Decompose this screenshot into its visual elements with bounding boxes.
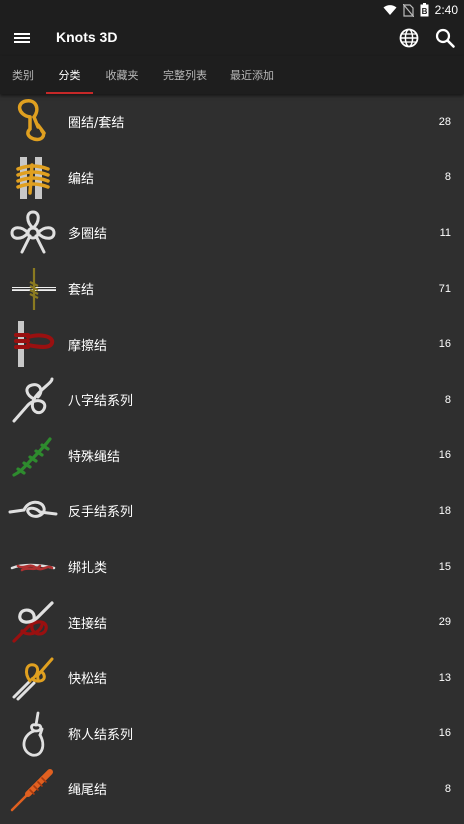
category-count: 16 <box>438 449 451 462</box>
tab-label: 最近添加 <box>230 69 274 82</box>
battery-icon: B <box>420 3 429 17</box>
category-label: 快松结 <box>68 672 108 688</box>
category-count: 16 <box>438 727 451 740</box>
list-item[interactable]: 快松结 13 <box>0 650 464 706</box>
category-label: 编结 <box>68 171 95 187</box>
multi-loop-knot-icon <box>10 210 56 254</box>
category-count: 15 <box>438 560 451 573</box>
search-icon[interactable] <box>433 26 457 50</box>
no-sim-icon <box>402 3 414 17</box>
tab-bar: 类别 分类 收藏夹 完整列表 最近添加 <box>0 56 464 94</box>
category-label: 反手结系列 <box>68 505 134 521</box>
category-count: 8 <box>444 171 451 184</box>
category-label: 连接结 <box>68 616 108 632</box>
list-item[interactable]: 绳尾结 8 <box>0 761 464 817</box>
category-label: 绑扎类 <box>68 561 108 577</box>
tab-indicator <box>46 92 93 94</box>
quick-release-knot-icon <box>12 657 54 701</box>
status-bar: B 2:40 <box>0 0 464 20</box>
overhand-knot-icon <box>8 500 58 519</box>
list-item[interactable]: 编结 8 <box>0 150 464 206</box>
category-count: 8 <box>444 782 451 795</box>
app-title: Knots 3D <box>56 29 118 45</box>
list-item[interactable]: 反手结系列 18 <box>0 483 464 539</box>
tab-label: 完整列表 <box>163 69 207 82</box>
app-bar: Knots 3D <box>0 20 464 56</box>
category-label: 八字结系列 <box>68 394 134 410</box>
list-item[interactable]: 多圈结 11 <box>0 205 464 261</box>
category-count: 13 <box>438 671 451 684</box>
category-label: 称人结系列 <box>68 727 134 743</box>
status-icons: B 2:40 <box>383 2 458 18</box>
category-count: 28 <box>438 115 451 128</box>
special-knot-icon <box>12 436 52 477</box>
category-list: 圈结/套结 28 编结 8 多圈结 11 套结 71 摩擦结 16 八字结系列 … <box>0 94 464 817</box>
friction-knot-icon <box>14 321 55 368</box>
tab-label: 类别 <box>12 69 34 82</box>
list-item[interactable]: 连接结 29 <box>0 594 464 650</box>
category-count: 29 <box>438 616 451 629</box>
list-item[interactable]: 称人结系列 16 <box>0 706 464 762</box>
tab-favorites[interactable]: 收藏夹 <box>93 56 151 94</box>
hamburger-menu-icon[interactable] <box>10 26 34 50</box>
category-label: 特殊绳结 <box>68 449 121 465</box>
clock: 2:40 <box>434 3 458 17</box>
category-label: 圈结/套结 <box>68 116 125 132</box>
bowline-knot-icon <box>22 711 45 757</box>
category-count: 11 <box>439 226 451 239</box>
category-label: 多圈结 <box>68 227 108 243</box>
category-label: 摩擦结 <box>68 338 108 354</box>
figure-eight-knot-icon <box>12 377 54 423</box>
category-count: 71 <box>438 282 451 295</box>
wifi-icon <box>383 5 397 15</box>
list-item[interactable]: 特殊绳结 16 <box>0 428 464 484</box>
hitch-knot-icon <box>12 267 56 310</box>
list-item[interactable]: 圈结/套结 28 <box>0 94 464 150</box>
category-count: 16 <box>438 338 451 351</box>
tab-full-list[interactable]: 完整列表 <box>151 56 219 94</box>
tab-label: 分类 <box>58 69 81 82</box>
tab-categories[interactable]: 分类 <box>46 56 93 94</box>
stopper-knot-icon <box>10 769 53 812</box>
lashing-knot-icon <box>10 563 56 571</box>
list-item[interactable]: 绑扎类 15 <box>0 539 464 595</box>
list-item[interactable]: 八字结系列 8 <box>0 372 464 428</box>
category-label: 套结 <box>68 283 95 299</box>
category-count: 8 <box>444 393 451 406</box>
binding-knot-icon <box>16 156 50 199</box>
tab-recently-added[interactable]: 最近添加 <box>219 56 285 94</box>
list-item[interactable]: 摩擦结 16 <box>0 316 464 372</box>
list-item[interactable]: 套结 71 <box>0 261 464 317</box>
tab-label: 收藏夹 <box>105 69 139 82</box>
bend-knot-icon <box>12 601 54 643</box>
category-count: 18 <box>438 504 451 517</box>
category-label: 绳尾结 <box>68 783 108 799</box>
globe-icon[interactable] <box>397 26 421 50</box>
svg-text:B: B <box>421 7 427 16</box>
loop-knot-icon <box>17 99 46 142</box>
tab-types[interactable]: 类别 <box>0 56 46 94</box>
